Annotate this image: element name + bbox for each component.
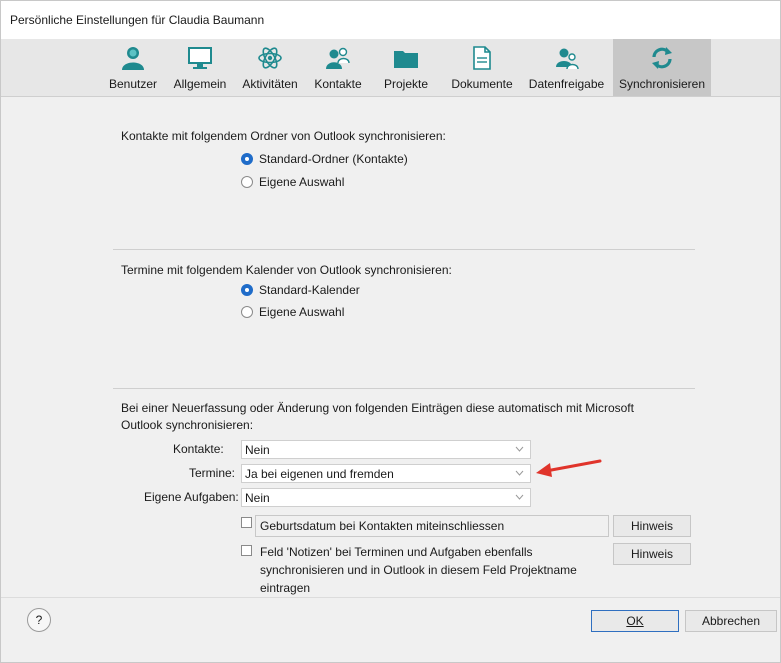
sync-icon [652,47,672,69]
document-icon [473,46,491,70]
calendar-custom-label[interactable]: Eigene Auswahl [259,305,344,319]
cancel-button-label: Abbrechen [701,614,761,628]
birthday-include-label[interactable]: Geburtsdatum bei Kontakten miteinschlies… [260,519,504,533]
toolbar-item-label: Dokumente [451,77,513,91]
birthday-hint-button[interactable]: Hinweis [613,515,691,537]
notes-hint-button[interactable]: Hinweis [613,543,691,565]
toolbar-item-projekte[interactable]: Projekte [380,39,432,96]
toolbar-item-label: Aktivitäten [242,77,298,91]
toolbar-item-label: Projekte [383,77,429,91]
calendar-standard-label[interactable]: Standard-Kalender [259,283,360,297]
calendar-sync-heading: Termine mit folgendem Kalender von Outlo… [121,263,452,277]
monitor-icon [188,47,212,69]
toolbar-item-label: Datenfreigabe [528,77,605,91]
toolbar-item-aktivitaeten[interactable]: Aktivitäten [237,39,303,96]
contacts-folder-standard-radio[interactable] [241,153,253,165]
kontakte-select-label: Kontakte: [173,442,224,456]
share-users-icon [555,48,579,70]
section-divider [113,249,695,250]
chevron-down-icon [515,470,524,476]
contacts-folder-custom-label[interactable]: Eigene Auswahl [259,175,344,189]
footer-divider [1,597,780,598]
ok-button[interactable]: OK [591,610,679,632]
toolbar-item-label: Synchronisieren [618,77,706,91]
notes-sync-checkbox[interactable] [241,545,252,556]
auto-sync-heading-line2: Outlook synchronisieren: [121,418,254,432]
contacts-sync-heading: Kontakte mit folgendem Ordner von Outloo… [121,129,446,143]
cancel-button[interactable]: Abbrechen [685,610,777,632]
toolbar-item-benutzer[interactable]: Benutzer [105,39,161,96]
toolbar-item-dokumente[interactable]: Dokumente [446,39,518,96]
annotation-arrow-icon [536,459,602,477]
eigene-aufgaben-select-label: Eigene Aufgaben: [144,490,239,504]
kontakte-select[interactable]: Nein [241,440,531,459]
calendar-custom-radio[interactable] [241,306,253,318]
contacts-folder-custom-radio[interactable] [241,176,253,188]
birthday-include-checkbox[interactable] [241,517,252,528]
toolbar-item-label: Benutzer [108,77,158,91]
toolbar-item-allgemein[interactable]: Allgemein [170,39,230,96]
notes-sync-label-line1[interactable]: Feld 'Notizen' bei Terminen und Aufgaben… [260,545,533,559]
settings-dialog: Persönliche Einstellungen für Claudia Ba… [0,0,781,663]
birthday-include-focus-frame: Geburtsdatum bei Kontakten miteinschlies… [255,515,609,537]
toolbar-item-datenfreigabe[interactable]: Datenfreigabe [524,39,609,96]
window-title: Persönliche Einstellungen für Claudia Ba… [10,13,265,27]
section-divider [113,388,695,389]
eigene-aufgaben-select[interactable]: Nein [241,488,531,507]
termine-select-label: Termine: [189,466,236,480]
termine-select-value: Ja bei eigenen und fremden [245,467,394,481]
title-bar: Persönliche Einstellungen für Claudia Ba… [1,1,780,39]
help-button[interactable]: ? [27,608,51,632]
notes-sync-label-line2[interactable]: synchronisieren und in Outlook in diesem… [260,563,577,577]
eigene-aufgaben-select-value: Nein [245,491,270,505]
toolbar-item-synchronisieren[interactable]: Synchronisieren [613,39,711,96]
calendar-standard-radio[interactable] [241,284,253,296]
folder-icon [394,51,418,68]
user-icon [122,47,144,70]
auto-sync-heading-line1: Bei einer Neuerfassung oder Änderung von… [121,401,634,415]
chevron-down-icon [515,446,524,452]
toolbar-item-label: Allgemein [173,77,227,91]
contacts-icon [326,47,350,69]
settings-toolbar: Benutzer Allgemein Aktivitäten Kontakte … [1,39,780,97]
notes-sync-label-line3[interactable]: eintragen [260,581,310,595]
kontakte-select-value: Nein [245,443,270,457]
ok-button-label: OK [626,614,644,628]
atom-icon [258,47,282,69]
termine-select[interactable]: Ja bei eigenen und fremden [241,464,531,483]
contacts-folder-standard-label[interactable]: Standard-Ordner (Kontakte) [259,152,408,166]
toolbar-item-kontakte[interactable]: Kontakte [310,39,366,96]
chevron-down-icon [515,494,524,500]
toolbar-item-label: Kontakte [314,77,362,91]
